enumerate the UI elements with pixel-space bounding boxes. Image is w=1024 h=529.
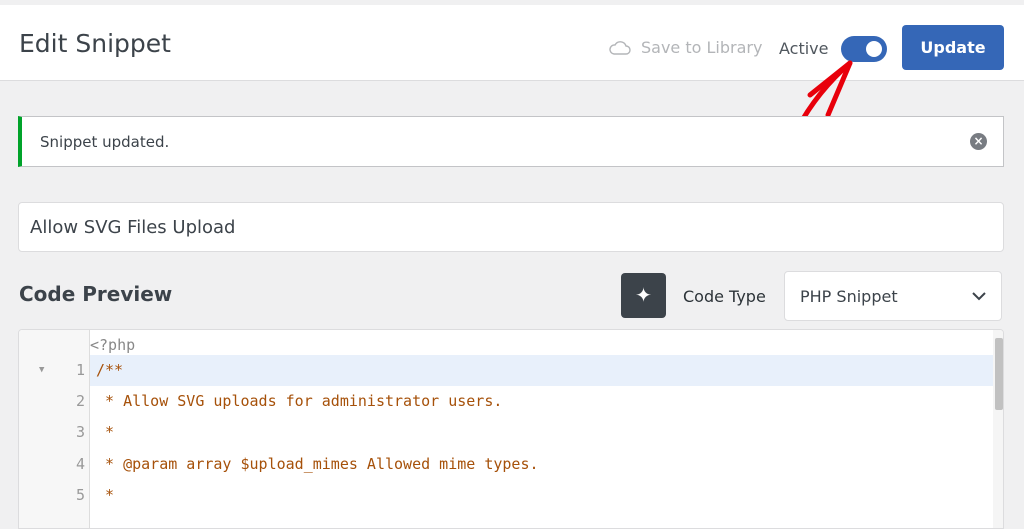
code-line: ▼ 1/**	[19, 355, 995, 386]
success-notice: Snippet updated. ×	[18, 116, 1004, 167]
cloud-icon	[609, 40, 631, 55]
header: Edit Snippet Save to Library Active Upda…	[0, 5, 1024, 81]
chevron-down-icon	[972, 291, 986, 300]
code-text: *	[96, 423, 115, 441]
code-line: 3 *	[19, 417, 995, 448]
sparkle-icon: ✦	[635, 283, 652, 307]
line-number: 3	[75, 423, 85, 441]
save-to-library-label: Save to Library	[641, 38, 763, 57]
code-text: * Allow SVG uploads for administrator us…	[96, 392, 503, 410]
code-text: /**	[96, 361, 124, 379]
code-text: *	[96, 486, 115, 504]
code-editor[interactable]: <?php ▼ 1/** 2 * Allow SVG uploads for ad…	[18, 329, 1004, 529]
code-preview-heading: Code Preview	[19, 282, 173, 306]
notice-text: Snippet updated.	[40, 132, 170, 151]
code-line: 2 * Allow SVG uploads for administrator …	[19, 386, 995, 417]
code-text: * @param array $upload_mimes Allowed mim…	[96, 455, 539, 473]
code-type-label: Code Type	[683, 287, 766, 306]
scrollbar-track[interactable]	[993, 330, 1003, 528]
save-to-library-button[interactable]: Save to Library	[609, 38, 762, 57]
line-number: 5	[75, 486, 85, 504]
code-type-value: PHP Snippet	[800, 286, 898, 306]
dismiss-notice-icon[interactable]: ×	[970, 133, 987, 150]
line-number: 2	[75, 392, 85, 410]
snippet-title-input[interactable]	[18, 202, 1004, 252]
scrollbar-thumb[interactable]	[995, 338, 1003, 410]
line-number: 4	[75, 455, 85, 473]
ai-sparkle-button[interactable]: ✦	[621, 273, 666, 318]
line-number: 1	[75, 361, 85, 379]
code-line: 5 *	[19, 480, 995, 511]
update-button[interactable]: Update	[902, 25, 1004, 70]
page-title: Edit Snippet	[19, 29, 171, 58]
code-line: 4 * @param array $upload_mimes Allowed m…	[19, 449, 995, 480]
code-type-select[interactable]: PHP Snippet	[784, 271, 1002, 321]
